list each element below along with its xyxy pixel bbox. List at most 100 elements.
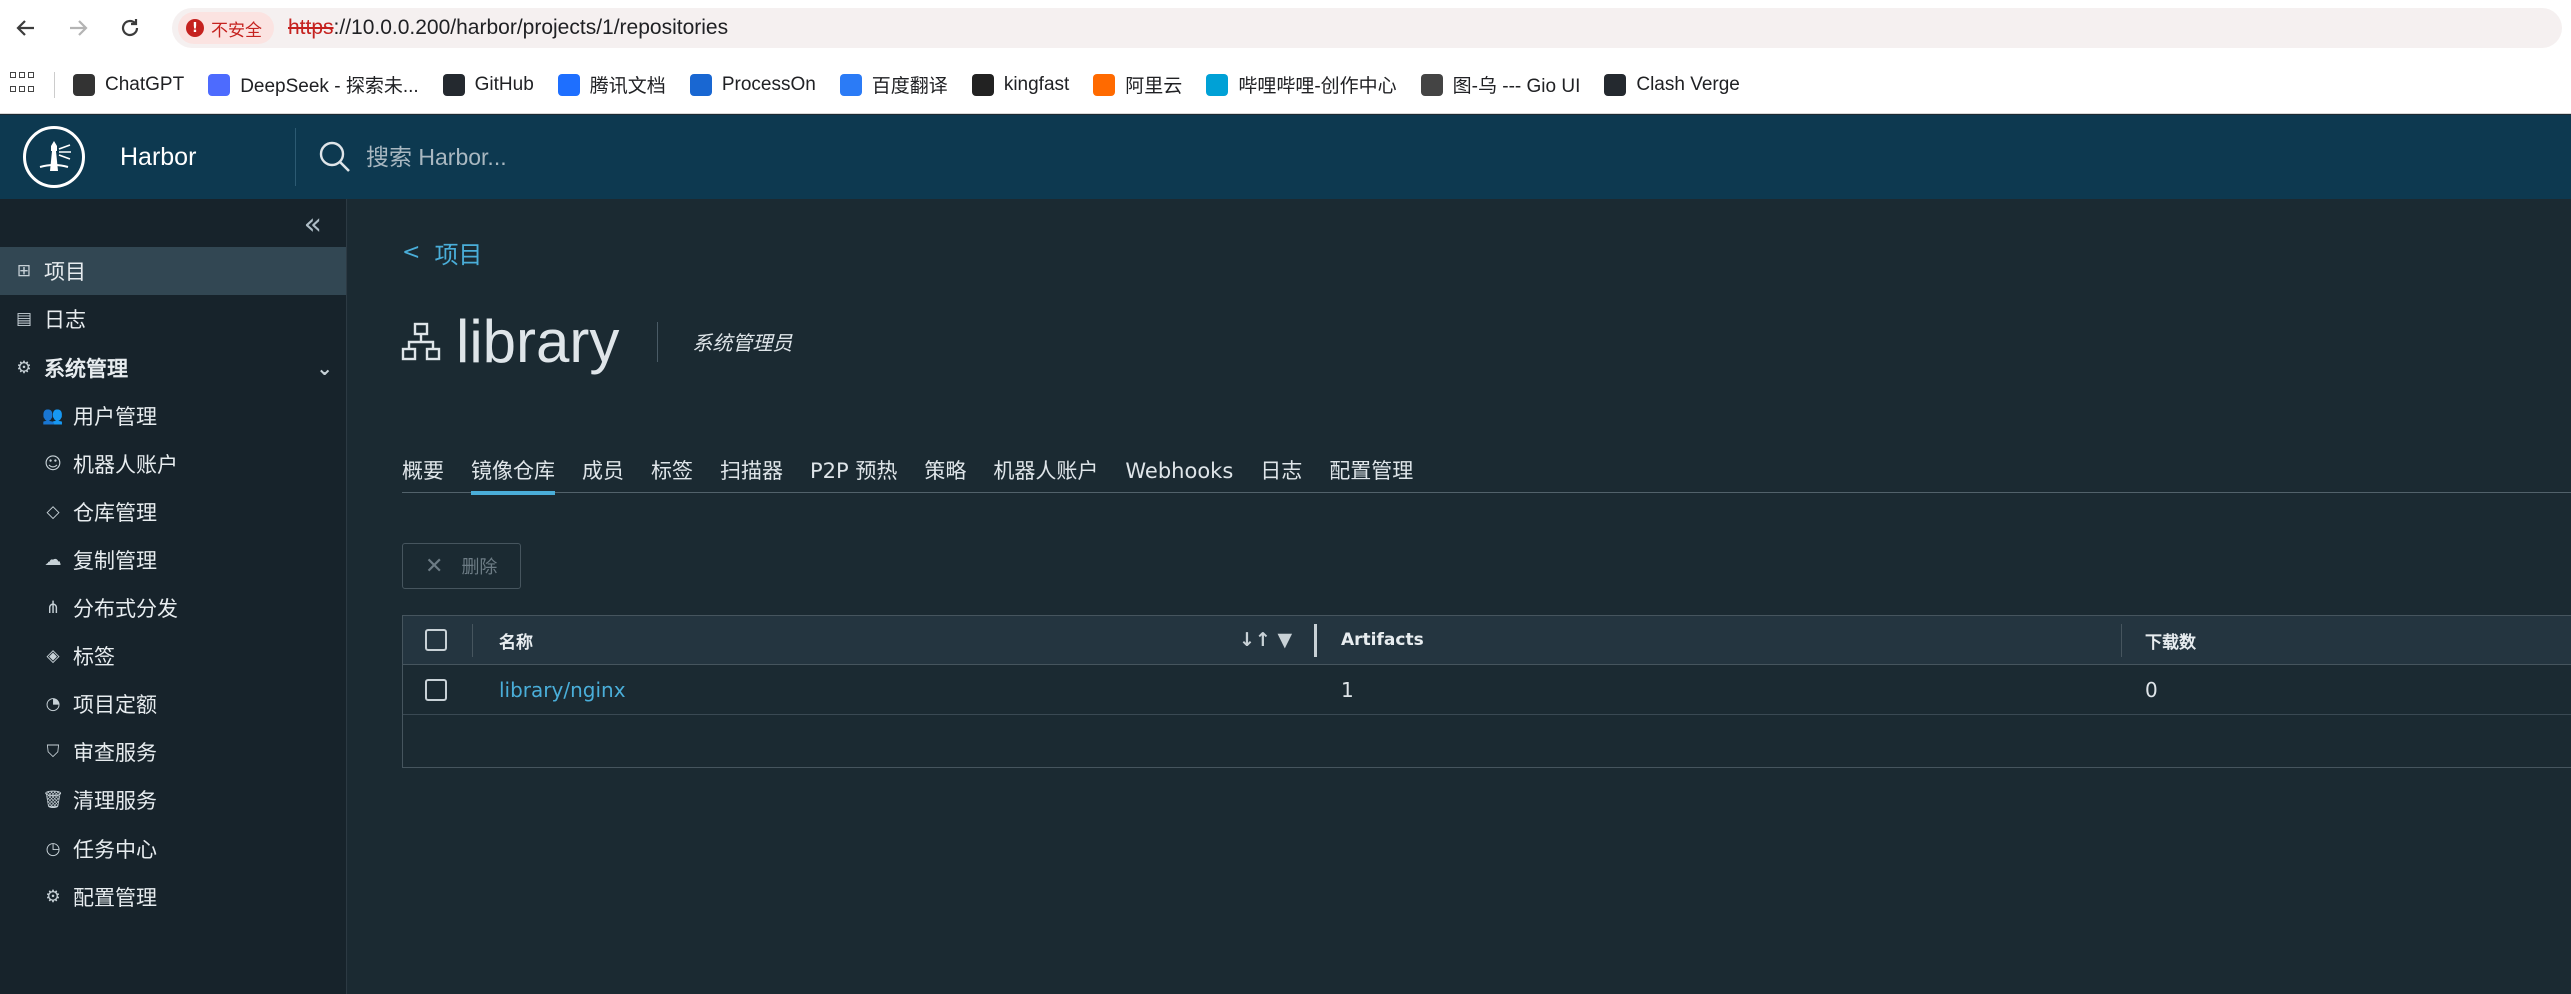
tab-item[interactable]: Webhooks <box>1125 453 1233 493</box>
bookmark-label: GitHub <box>474 73 534 95</box>
apps-grid-icon[interactable] <box>10 71 36 98</box>
bookmark-label: Clash Verge <box>1636 73 1740 95</box>
bookmark-item[interactable]: 阿里云 <box>1093 71 1182 98</box>
github-icon <box>442 73 465 96</box>
sidebar-item-logs[interactable]: ▤ 日志 <box>0 295 347 343</box>
sidebar-item-registry[interactable]: ◇ 仓库管理 <box>0 488 347 536</box>
processon-icon <box>689 73 712 96</box>
bookmark-label: DeepSeek - 探索未... <box>240 76 419 97</box>
bookmark-item[interactable]: ChatGPT <box>73 73 185 96</box>
sidebar-item-replication[interactable]: ☁ 复制管理 <box>0 536 347 584</box>
app-header: Harbor <box>0 115 2571 199</box>
sidebar-item-quota[interactable]: ◔ 项目定额 <box>0 680 347 728</box>
bookmark-item[interactable]: Clash Verge <box>1604 73 1740 96</box>
bookmark-label: 哔哩哔哩-创作中心 <box>1238 76 1397 97</box>
chevron-down-icon[interactable]: ⌄ <box>316 356 333 380</box>
sidebar-item-trash[interactable]: 🗑 清理服务 <box>0 776 347 824</box>
brand-name[interactable]: Harbor <box>120 143 295 172</box>
sidebar-item-tag[interactable]: ◈ 标签 <box>0 632 347 680</box>
bookmark-item[interactable]: DeepSeek - 探索未... <box>208 71 419 98</box>
column-resize-handle[interactable] <box>1314 624 1317 657</box>
column-pulls-header[interactable]: 下载数 <box>2145 628 2196 653</box>
sidebar-item-label: 项目 <box>44 260 86 284</box>
tab-item[interactable]: 概要 <box>402 453 444 493</box>
delete-label: 删除 <box>461 557 498 578</box>
bookmark-label: 图-乌 --- Gio UI <box>1452 76 1581 97</box>
sidebar-item-admin[interactable]: ⚙ 系统管理 ⌄ <box>0 344 347 392</box>
shield-icon: ⛉ <box>46 742 60 762</box>
security-label: 不安全 <box>211 20 262 41</box>
harbor-logo-icon[interactable] <box>23 126 85 188</box>
tab-item[interactable]: 扫描器 <box>720 453 783 493</box>
collapse-sidebar-icon[interactable]: « <box>304 207 322 242</box>
artifacts-count: 1 <box>1341 677 1354 702</box>
breadcrumb[interactable]: < 项目 <box>402 235 482 270</box>
bookmark-item[interactable]: 百度翻译 <box>839 71 948 98</box>
sidebar-item-shield[interactable]: ⛉ 审查服务 <box>0 728 347 776</box>
tab-item[interactable]: 日志 <box>1260 453 1302 493</box>
tab-item[interactable]: 成员 <box>582 453 624 493</box>
gio-icon <box>1420 73 1443 96</box>
pulls-count: 0 <box>2145 677 2158 702</box>
select-all-checkbox[interactable] <box>425 629 447 651</box>
bookmark-item[interactable]: 图-乌 --- Gio UI <box>1420 71 1581 98</box>
project-icon <box>401 322 441 360</box>
dashboard-icon: ◷ <box>45 839 61 859</box>
chatgpt-icon <box>73 73 95 96</box>
url-path: ://10.0.0.200/harbor/projects/1/reposito… <box>333 16 729 39</box>
logs-icon: ▤ <box>15 309 33 329</box>
arrow-right-icon <box>70 20 88 36</box>
sidebar-item-label: 复制管理 <box>73 549 157 573</box>
security-chip[interactable]: ! 不安全 <box>178 12 274 44</box>
sidebar-item-share[interactable]: ⋔ 分布式分发 <box>0 584 347 632</box>
table-row[interactable]: library/nginx 1 0 <box>403 665 2571 715</box>
tab-item[interactable]: 镜像仓库 <box>471 453 555 495</box>
repositories-table: 名称 ↓↑ ▼ Artifacts 下载数 library/nginx 1 0 <box>402 615 2571 768</box>
cursor-icon <box>971 73 994 96</box>
projects-icon: ⊞ <box>16 261 32 281</box>
bookmark-item[interactable]: kingfast <box>971 73 1069 96</box>
sidebar-item-gear[interactable]: ⚙ 配置管理 <box>0 873 347 921</box>
column-separator <box>472 624 473 657</box>
tab-item[interactable]: 策略 <box>924 453 966 493</box>
reload-button[interactable] <box>104 0 156 56</box>
tab-item[interactable]: 标签 <box>651 453 693 493</box>
search-input[interactable] <box>366 143 866 171</box>
delete-button[interactable]: ✕ 删除 <box>402 543 521 589</box>
url-text[interactable]: https://10.0.0.200/harbor/projects/1/rep… <box>288 16 728 40</box>
forward-button[interactable] <box>52 0 104 56</box>
bookmark-item[interactable]: GitHub <box>442 73 534 96</box>
row-checkbox[interactable] <box>425 678 447 701</box>
main-content: < 项目 library 系统管理员 概要 镜像仓库 成员 标签 扫描器 P2P 预热 策略… <box>348 199 2571 994</box>
url-scheme: https <box>288 16 334 39</box>
sidebar-item-label: 配置管理 <box>73 886 157 910</box>
header-divider <box>295 128 296 186</box>
bookmark-label: 百度翻译 <box>871 76 948 97</box>
bookmark-item[interactable]: ProcessOn <box>689 73 816 96</box>
column-artifacts-header[interactable]: Artifacts <box>1341 630 1424 650</box>
sort-filter-icon[interactable]: ↓↑ ▼ <box>1239 629 1292 651</box>
bookmark-label: ProcessOn <box>721 73 816 95</box>
address-bar[interactable]: ! 不安全 https://10.0.0.200/harbor/projects… <box>172 8 2562 48</box>
sidebar-item-projects[interactable]: ⊞ 项目 <box>0 247 346 295</box>
tab-item[interactable]: 机器人账户 <box>993 453 1098 493</box>
column-name-header[interactable]: 名称 <box>499 628 533 653</box>
gear-icon: ⚙ <box>45 887 61 907</box>
bookmark-label: ChatGPT <box>105 73 185 95</box>
search-icon <box>319 141 350 172</box>
global-search <box>318 140 866 174</box>
back-button[interactable] <box>0 0 52 56</box>
tab-item[interactable]: 配置管理 <box>1329 453 1413 493</box>
bookmark-item[interactable]: 哔哩哔哩-创作中心 <box>1206 71 1397 98</box>
sidebar-item-dashboard[interactable]: ◷ 任务中心 <box>0 825 347 873</box>
breadcrumb-projects[interactable]: 项目 <box>434 235 482 270</box>
sidebar-item-robot[interactable]: ☺ 机器人账户 <box>0 440 347 488</box>
sidebar-item-users[interactable]: 👥 用户管理 <box>0 392 347 440</box>
close-icon: ✕ <box>425 553 444 579</box>
tab-item[interactable]: P2P 预热 <box>810 453 897 493</box>
repository-name-link[interactable]: library/nginx <box>499 678 626 702</box>
bookmark-item[interactable]: 腾讯文档 <box>557 71 666 98</box>
sidebar-item-label: 分布式分发 <box>73 597 178 621</box>
deepseek-icon <box>208 73 231 96</box>
users-icon: 👥 <box>42 406 64 426</box>
